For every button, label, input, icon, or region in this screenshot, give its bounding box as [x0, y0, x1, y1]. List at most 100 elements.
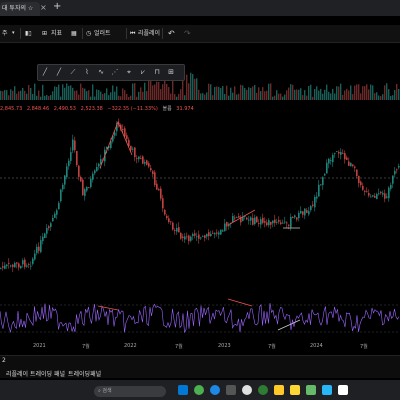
volume-bar [272, 96, 274, 100]
volume-bar [18, 91, 20, 100]
volume-bar [216, 86, 218, 100]
volume-bar [204, 94, 206, 100]
volume-bar [142, 91, 144, 100]
candle-body [50, 223, 52, 228]
volume-bar [258, 87, 260, 100]
volume-bar [102, 94, 104, 100]
volume-bar [158, 81, 160, 100]
candle-body [46, 228, 48, 234]
candle-body [376, 194, 378, 200]
draw-tool-path-icon[interactable]: ∿ [96, 66, 106, 78]
candle-body [268, 220, 270, 226]
candle-body [34, 253, 36, 260]
draw-tool-points-icon[interactable]: ⋰ [110, 66, 120, 78]
candle-body [18, 263, 20, 268]
candle-body [276, 221, 278, 223]
candle-body [280, 222, 282, 224]
replay-trading-panel-tab[interactable]: 리플레이 트레이딩 패널 [6, 369, 65, 378]
ohlc-high: 2,848.46 [26, 106, 50, 112]
draw-tool-brush-icon[interactable]: ⟋ [68, 66, 78, 78]
volume-bar [176, 96, 178, 100]
volume-bar [114, 91, 116, 100]
volume-bar [4, 90, 6, 100]
candle-body [308, 211, 310, 215]
volume-bar [242, 85, 244, 100]
candle-body [132, 148, 134, 150]
draw-tool-grid-icon[interactable]: ⊞ [166, 66, 176, 78]
volume-bar [384, 85, 386, 100]
app-icon[interactable] [290, 385, 300, 395]
edge-icon[interactable] [210, 385, 220, 395]
volume-bar [304, 90, 306, 100]
candle-body [342, 152, 344, 154]
draw-tool-ray-icon[interactable]: ⌇ [82, 66, 92, 78]
volume-bar [368, 89, 370, 100]
volume-bar [354, 85, 356, 100]
candle-body [382, 193, 384, 195]
volume-bar [298, 89, 300, 100]
rsi-annotation [97, 305, 119, 311]
volume-bar [230, 87, 232, 100]
trading-panel-tab[interactable]: 트레이딩패널 [68, 369, 101, 378]
draw-tool-line-icon[interactable]: ╱ [40, 66, 50, 78]
candle-body [338, 151, 340, 154]
volume-bar [156, 81, 158, 100]
volume-bar [212, 95, 214, 100]
candle-body [114, 132, 116, 136]
folder-icon[interactable] [274, 385, 284, 395]
candle-body [38, 246, 40, 251]
candle-body [302, 211, 304, 215]
candle-body [158, 189, 160, 191]
candle-body [198, 234, 200, 239]
candle-body [160, 188, 162, 199]
draw-tool-pattern-icon[interactable]: ⩗ [138, 66, 148, 78]
volume-bar [202, 93, 204, 100]
app-icon[interactable] [338, 385, 348, 395]
volume-bar [184, 95, 186, 100]
windows-icon[interactable] [178, 385, 188, 395]
draw-tool-rect-icon[interactable]: ⊓ [152, 66, 162, 78]
app-icon[interactable] [306, 385, 316, 395]
volume-bar [382, 94, 384, 100]
candle-body [366, 191, 368, 193]
candle-body [254, 217, 256, 225]
volume-bar [152, 85, 154, 100]
taskbar-search[interactable]: ⌕ 검색 [94, 386, 166, 397]
draw-tool-pen-icon[interactable]: ╱ [54, 66, 64, 78]
volume-bar [378, 95, 380, 100]
volume-bar [34, 83, 36, 100]
volume-bar [116, 86, 118, 100]
volume-bar [290, 84, 292, 100]
candle-body [20, 266, 22, 269]
candle-body [242, 216, 244, 222]
candle-body [168, 218, 170, 222]
chart-canvas[interactable] [0, 0, 400, 400]
candle-body [98, 163, 100, 167]
draw-tool-cross-icon[interactable]: ⌖ [124, 66, 134, 78]
candle-body [386, 196, 388, 198]
volume-bar [224, 94, 226, 100]
candle-body [124, 128, 126, 137]
ohlc-open: 2,845.73 [0, 106, 23, 112]
candle-body [304, 208, 306, 216]
app-icon[interactable] [258, 385, 268, 395]
candle-body [178, 227, 180, 233]
volume-bar [58, 84, 60, 100]
app-icon[interactable] [226, 385, 236, 395]
volume-bar [366, 84, 368, 100]
volume-bar [10, 89, 12, 100]
volume-bar [284, 94, 286, 100]
candle-body [52, 217, 54, 222]
candle-body [250, 217, 252, 221]
app-icon[interactable] [322, 385, 332, 395]
chrome-icon[interactable] [194, 385, 204, 395]
candle-body [332, 154, 334, 163]
time-axis[interactable]: 2021 7월 2022 7월 2023 7월 2024 7월 [0, 341, 400, 353]
candle-body [12, 264, 14, 267]
candle-body [32, 258, 34, 264]
globe-icon[interactable] [242, 385, 252, 395]
volume-bar [360, 93, 362, 100]
volume-bar [30, 88, 32, 100]
volume-bar [330, 93, 332, 100]
volume-bar [22, 87, 24, 100]
